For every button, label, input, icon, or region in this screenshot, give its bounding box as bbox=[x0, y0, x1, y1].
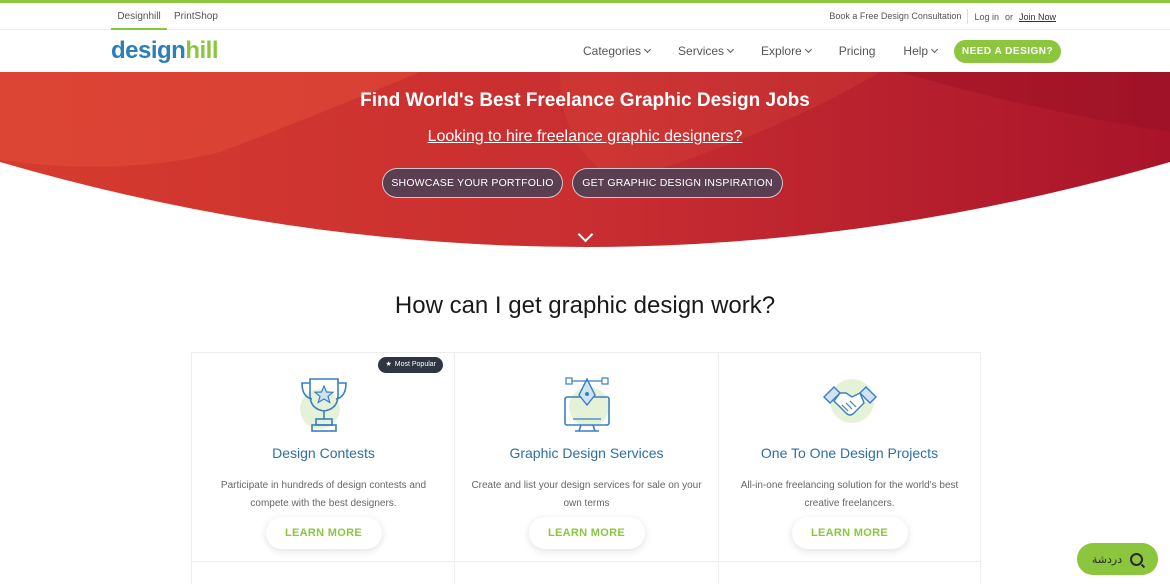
chat-search-icon bbox=[1130, 552, 1144, 566]
account-links: Book a Free Design Consultation Log in o… bbox=[829, 3, 1056, 30]
tab-printshop[interactable]: PrintShop bbox=[174, 3, 218, 30]
card-title: Design Contests bbox=[272, 445, 375, 461]
badge-label: Most Popular bbox=[394, 361, 436, 368]
work-options: ★ Most Popular Design Contests Participa… bbox=[191, 352, 981, 584]
nav-explore[interactable]: Explore bbox=[761, 44, 812, 58]
hero-banner: Find World's Best Freelance Graphic Desi… bbox=[0, 72, 1170, 258]
card-one-to-one-projects: One To One Design Projects All-in-one fr… bbox=[718, 353, 981, 561]
divider bbox=[454, 562, 455, 584]
card-description: All-in-one freelancing solution for the … bbox=[740, 480, 959, 509]
card-description: Participate in hundreds of design contes… bbox=[220, 480, 427, 509]
chat-button[interactable]: دردشة bbox=[1077, 543, 1158, 575]
design-inspiration-button[interactable]: GET GRAPHIC DESIGN INSPIRATION bbox=[572, 168, 783, 198]
nav-categories[interactable]: Categories bbox=[583, 44, 652, 58]
nav-pricing[interactable]: Pricing bbox=[839, 44, 876, 58]
nav-help[interactable]: Help bbox=[903, 44, 939, 58]
trophy-icon bbox=[192, 375, 455, 433]
chevron-down-icon bbox=[804, 45, 812, 54]
design-monitor-icon bbox=[455, 375, 718, 433]
tab-designhill[interactable]: Designhill bbox=[111, 3, 167, 30]
divider bbox=[980, 562, 981, 584]
most-popular-badge: ★ Most Popular bbox=[378, 357, 443, 373]
card-design-services: Graphic Design Services Create and list … bbox=[454, 353, 718, 561]
main-nav: designhill Categories Services Explore P… bbox=[0, 30, 1170, 72]
hire-designers-link[interactable]: Looking to hire freelance graphic design… bbox=[0, 128, 1170, 146]
need-a-design-button[interactable]: NEED A DESIGN? bbox=[954, 40, 1061, 63]
nav-help-label: Help bbox=[903, 44, 929, 58]
section-title: How can I get graphic design work? bbox=[394, 292, 776, 319]
utility-bar: Designhill PrintShop Book a Free Design … bbox=[0, 3, 1170, 30]
designhill-logo[interactable]: designhill bbox=[111, 37, 219, 65]
next-row-cards bbox=[191, 561, 981, 584]
nav-menu: Categories Services Explore Pricing Help bbox=[583, 30, 965, 72]
card-title: Graphic Design Services bbox=[509, 445, 664, 461]
handshake-icon bbox=[719, 375, 980, 433]
login-link[interactable]: Log in bbox=[974, 12, 999, 22]
learn-more-services-button[interactable]: LEARN MORE bbox=[528, 517, 645, 549]
divider bbox=[718, 562, 719, 584]
join-now-link[interactable]: Join Now bbox=[1019, 12, 1056, 22]
hero-title: Find World's Best Freelance Graphic Desi… bbox=[360, 90, 810, 111]
chevron-down-icon bbox=[931, 45, 939, 54]
chevron-down-icon bbox=[643, 45, 652, 54]
learn-more-projects-button[interactable]: LEARN MORE bbox=[791, 517, 908, 549]
chevron-down-icon bbox=[727, 45, 735, 54]
card-description: Create and list your design services for… bbox=[471, 480, 702, 509]
showcase-portfolio-button[interactable]: SHOWCASE YOUR PORTFOLIO bbox=[382, 168, 563, 198]
divider bbox=[191, 562, 192, 584]
card-design-contests: ★ Most Popular Design Contests Participa… bbox=[191, 353, 455, 561]
learn-more-contests-button[interactable]: LEARN MORE bbox=[265, 517, 382, 549]
or-text: or bbox=[1004, 11, 1013, 22]
nav-pricing-label: Pricing bbox=[838, 44, 876, 58]
card-title: One To One Design Projects bbox=[760, 445, 939, 461]
logo-text-design: design bbox=[111, 37, 186, 64]
nav-services-label: Services bbox=[678, 44, 725, 58]
nav-explore-label: Explore bbox=[761, 44, 802, 58]
nav-categories-label: Categories bbox=[583, 44, 642, 58]
logo-text-hill: hill bbox=[185, 37, 219, 64]
nav-services[interactable]: Services bbox=[678, 44, 735, 58]
consultation-link[interactable]: Book a Free Design Consultation bbox=[829, 9, 969, 24]
chat-label: دردشة bbox=[1091, 553, 1123, 566]
hire-designers-link-text: Looking to hire freelance graphic design… bbox=[427, 128, 743, 145]
star-icon: ★ bbox=[385, 361, 392, 368]
